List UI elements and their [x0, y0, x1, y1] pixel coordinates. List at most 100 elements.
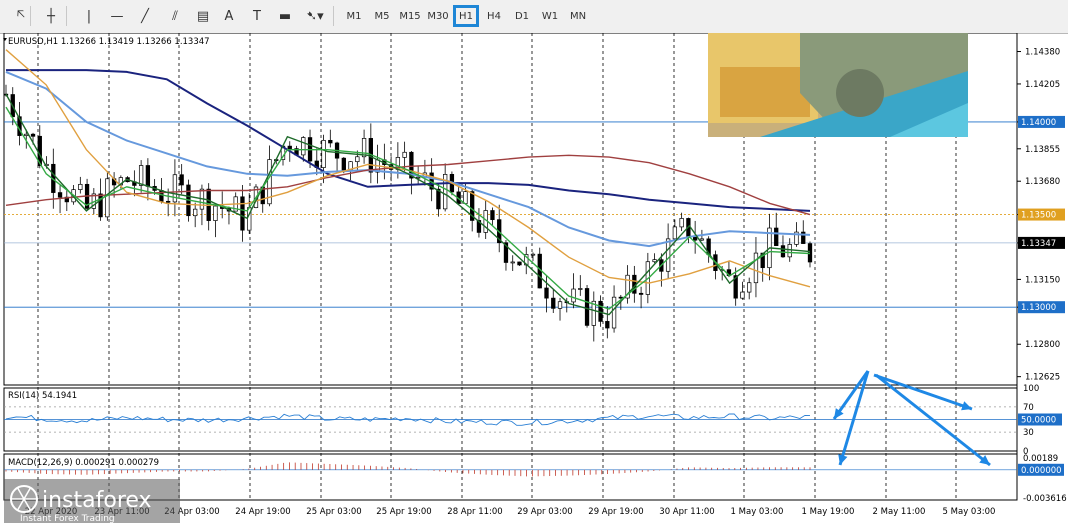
candle-body — [105, 178, 110, 218]
rsi-tick-label: 30 — [1023, 428, 1034, 438]
x-tick-label: 28 Apr 11:00 — [447, 507, 502, 517]
candle-body — [166, 200, 171, 203]
currency-photo-image — [708, 33, 968, 137]
candle-body — [605, 321, 610, 329]
horizontal-line-icon[interactable]: — — [104, 5, 130, 27]
timeframe-d1-button[interactable]: D1 — [509, 5, 535, 27]
level-tag-label: 1.13500 — [1021, 211, 1056, 221]
y-tick-label: 1.13855 — [1025, 145, 1060, 155]
candle-body — [517, 261, 522, 266]
x-tick-label: 5 May 03:00 — [943, 507, 996, 517]
candle-body — [193, 208, 198, 217]
shapes-dropdown-icon[interactable]: ➷▾ — [302, 5, 328, 27]
watermark-brand: instaforex — [42, 488, 152, 513]
y-tick-label: 1.14380 — [1025, 48, 1060, 58]
candle-body — [679, 218, 684, 228]
candle-body — [490, 210, 495, 221]
candle-body — [355, 156, 360, 163]
candle-body — [78, 183, 83, 190]
channel-icon[interactable]: ⫽ — [162, 5, 188, 27]
price-chart: 22 Apr 202023 Apr 11:0024 Apr 03:0024 Ap… — [3, 33, 1067, 524]
timeframe-m5-button[interactable]: M5 — [369, 5, 395, 27]
y-tick-label: 1.13150 — [1025, 275, 1060, 285]
candle-body — [571, 288, 576, 303]
candle-body — [24, 133, 29, 136]
candle-body — [530, 253, 536, 256]
candle-body — [361, 138, 367, 158]
level-tag-label: 1.13000 — [1021, 303, 1056, 313]
candle-body — [57, 192, 63, 198]
candle-body — [341, 157, 346, 171]
trendline-icon[interactable]: ╱ — [132, 5, 158, 27]
y-tick-label: 1.12625 — [1025, 373, 1060, 383]
timeframe-h4-button[interactable]: H4 — [481, 5, 507, 27]
y-tick-label: 1.14205 — [1025, 80, 1060, 90]
x-tick-label: 24 Apr 19:00 — [235, 507, 290, 517]
rsi-title: RSI(14) 54.1941 — [8, 391, 77, 401]
candle-body — [611, 296, 617, 329]
candle-body — [652, 259, 657, 263]
candle-body — [753, 252, 759, 284]
candle-body — [544, 287, 549, 299]
rsi-tick-label: 70 — [1023, 403, 1034, 413]
text-label-icon[interactable]: T — [244, 5, 270, 27]
crosshair-icon[interactable]: ┼ — [38, 5, 64, 27]
timeframe-m1-button[interactable]: M1 — [341, 5, 367, 27]
toolbar: 🡤 ┼ | — ╱ ⫽ ▤ A T ▬ ➷▾ M1 M5 M15 M30 H1 H4 D1 W1 MN — [0, 0, 1068, 34]
candle-body — [672, 226, 678, 240]
timeframe-m15-button[interactable]: M15 — [397, 5, 423, 27]
timeframe-w1-button[interactable]: W1 — [537, 5, 563, 27]
x-tick-label: 2 May 11:00 — [873, 507, 926, 517]
candle-body — [638, 292, 644, 295]
candle-body — [463, 191, 468, 204]
candle-body — [692, 236, 698, 241]
candle-body — [98, 193, 103, 218]
portrait — [836, 69, 884, 117]
candle-body — [774, 227, 779, 246]
x-tick-label: 30 Apr 11:00 — [659, 507, 714, 517]
vertical-line-icon[interactable]: | — [76, 5, 102, 27]
x-tick-label: 1 May 19:00 — [802, 507, 855, 517]
candle-body — [787, 244, 792, 258]
candle-body — [287, 145, 292, 149]
candle-body — [699, 238, 705, 241]
candle-body — [740, 291, 745, 299]
x-tick-label: 29 Apr 03:00 — [517, 507, 572, 517]
candle-body — [213, 205, 218, 221]
y-tick-label: 1.13680 — [1025, 177, 1060, 187]
level-tag-label: 1.14000 — [1021, 118, 1056, 128]
candle-body — [301, 137, 306, 156]
timeframe-mn-button[interactable]: MN — [565, 5, 591, 27]
watermark-tagline: Instant Forex Trading — [20, 514, 115, 524]
candle-body — [578, 288, 583, 290]
candle-body — [138, 165, 144, 186]
x-tick-label: 25 Apr 19:00 — [376, 507, 431, 517]
macd-tick-label: 0.00189 — [1023, 454, 1058, 464]
candle-body — [402, 151, 407, 158]
candle-body — [557, 301, 563, 309]
candle-body — [665, 238, 671, 272]
fibonacci-icon[interactable]: ▤ — [190, 5, 216, 27]
macd-tick-label: -0.003616 — [1023, 494, 1067, 504]
x-tick-label: 29 Apr 19:00 — [588, 507, 643, 517]
timeframe-m30-button[interactable]: M30 — [425, 5, 451, 27]
y-tick-label: 1.12800 — [1025, 340, 1060, 350]
candle-body — [30, 133, 36, 137]
candle-body — [328, 139, 333, 144]
candle-body — [179, 174, 184, 186]
x-tick-label: 1 May 03:00 — [731, 507, 784, 517]
candle-body — [240, 196, 245, 231]
level-tag-label: 1.13347 — [1021, 239, 1056, 249]
rectangle-icon[interactable]: ▬ — [272, 5, 298, 27]
candle-body — [145, 165, 151, 187]
chart-title: EURUSD,H1 1.13266 1.13419 1.13266 1.1334… — [8, 37, 210, 47]
candle-body — [510, 261, 515, 264]
candle-body — [321, 139, 326, 168]
text-icon[interactable]: A — [216, 5, 242, 27]
candle-body — [780, 245, 786, 258]
rsi-tick-label: 100 — [1023, 384, 1039, 394]
euro-note-face — [720, 67, 810, 117]
candle-body — [551, 297, 556, 309]
timeframe-h1-button[interactable]: H1 — [453, 5, 479, 27]
candle-body — [436, 188, 441, 210]
